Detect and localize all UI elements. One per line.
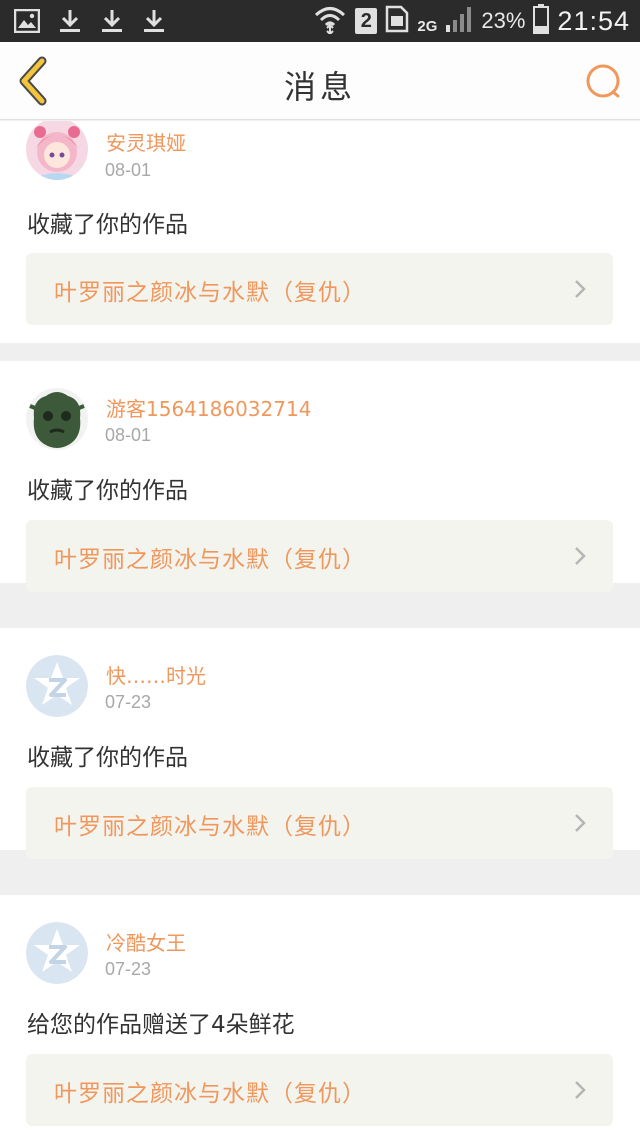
username[interactable]: 安灵琪娅 [106, 127, 186, 156]
message-action: 收藏了你的作品 [27, 212, 188, 238]
message-date: 07-23 [105, 692, 152, 712]
message-date: 08-01 [105, 425, 152, 445]
chevron-right-icon [573, 546, 587, 566]
network-type: 2G [417, 17, 438, 35]
user-avatar[interactable] [26, 655, 88, 717]
wifi-icon [313, 4, 347, 38]
clock: 21:54 [557, 5, 630, 36]
message-date: 07-23 [105, 959, 152, 979]
sim-icon [385, 5, 409, 37]
download-icon [58, 8, 82, 38]
image-icon [13, 8, 41, 37]
chevron-right-icon [573, 1080, 587, 1100]
app-header: 消息 [0, 42, 640, 120]
status-bar: 2 2G 23% 21:54 [0, 0, 640, 42]
message-card: 冷酷女王 07-23 给您的作品赠送了4朵鲜花 叶罗丽之颜冰与水默（复仇） [0, 895, 640, 1138]
download-icon [142, 8, 166, 38]
search-icon [584, 64, 624, 106]
message-card: 安灵琪娅 08-01 收藏了你的作品 叶罗丽之颜冰与水默（复仇） [0, 121, 640, 343]
message-date: 08-01 [105, 160, 152, 180]
username[interactable]: 游客1564186032714 [106, 393, 311, 422]
username[interactable]: 快……时光 [106, 660, 206, 689]
work-link[interactable]: 叶罗丽之颜冰与水默（复仇） [26, 520, 613, 592]
chevron-right-icon [573, 813, 587, 833]
message-action: 收藏了你的作品 [27, 478, 188, 504]
message-card: 快……时光 07-23 收藏了你的作品 叶罗丽之颜冰与水默（复仇） [0, 628, 640, 859]
work-link[interactable]: 叶罗丽之颜冰与水默（复仇） [26, 1054, 613, 1126]
message-card: 游客1564186032714 08-01 收藏了你的作品 叶罗丽之颜冰与水默（… [0, 361, 640, 592]
notification-icons [13, 8, 166, 38]
user-avatar[interactable] [26, 388, 88, 450]
work-title: 叶罗丽之颜冰与水默（复仇） [54, 280, 366, 306]
system-icons: 2 2G 23% 21:54 [313, 4, 630, 38]
work-title: 叶罗丽之颜冰与水默（复仇） [54, 1081, 366, 1107]
download-icon [100, 8, 124, 38]
user-avatar[interactable] [26, 121, 88, 180]
signal-icon [445, 5, 473, 37]
chevron-right-icon [573, 279, 587, 299]
message-list[interactable]: 安灵琪娅 08-01 收藏了你的作品 叶罗丽之颜冰与水默（复仇） 游客15641… [0, 121, 640, 1138]
work-title: 叶罗丽之颜冰与水默（复仇） [54, 547, 366, 573]
work-title: 叶罗丽之颜冰与水默（复仇） [54, 814, 366, 840]
message-action: 给您的作品赠送了4朵鲜花 [27, 1012, 295, 1038]
user-avatar[interactable] [26, 922, 88, 984]
search-button[interactable] [584, 62, 624, 102]
username[interactable]: 冷酷女王 [106, 927, 186, 956]
page-title: 消息 [283, 68, 356, 106]
sim-slot-indicator: 2 [355, 8, 378, 34]
work-link[interactable]: 叶罗丽之颜冰与水默（复仇） [26, 787, 613, 859]
battery-percent: 23% [481, 8, 526, 33]
battery-icon [533, 4, 550, 38]
message-action: 收藏了你的作品 [27, 745, 188, 771]
work-link[interactable]: 叶罗丽之颜冰与水默（复仇） [26, 253, 613, 325]
